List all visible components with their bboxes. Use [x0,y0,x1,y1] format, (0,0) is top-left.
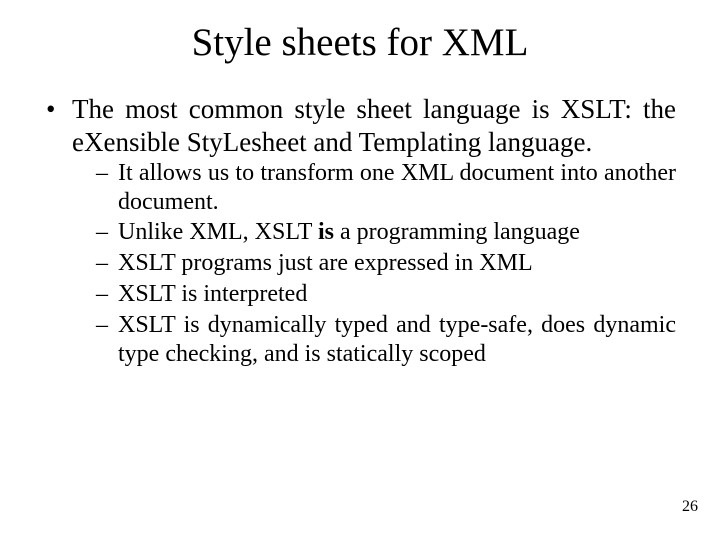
bullet-item: The most common style sheet language is … [44,93,676,368]
slide: Style sheets for XML The most common sty… [0,0,720,540]
bullet-list-level1: The most common style sheet language is … [44,93,676,368]
sub-bullet-item: XSLT is interpreted [96,280,676,309]
slide-title: Style sheets for XML [44,20,676,65]
sub-bullet-item: Unlike XML, XSLT is a programming langua… [96,218,676,247]
sub-bullet-text: Unlike XML, XSLT is a programming langua… [118,219,580,245]
slide-number: 26 [682,498,698,516]
sub-bullet-text: XSLT programs just are expressed in XML [118,250,533,276]
sub-bullet-text: It allows us to transform one XML docume… [118,160,676,215]
sub-bullet-text: XSLT is interpreted [118,281,307,307]
bullet-list-level2: It allows us to transform one XML docume… [72,159,676,369]
sub-bullet-item: It allows us to transform one XML docume… [96,159,676,217]
sub-bullet-text: XSLT is dynamically typed and type-safe,… [118,312,676,367]
bullet-text: The most common style sheet language is … [72,94,676,157]
sub-bullet-item: XSLT programs just are expressed in XML [96,249,676,278]
sub-bullet-item: XSLT is dynamically typed and type-safe,… [96,311,676,369]
